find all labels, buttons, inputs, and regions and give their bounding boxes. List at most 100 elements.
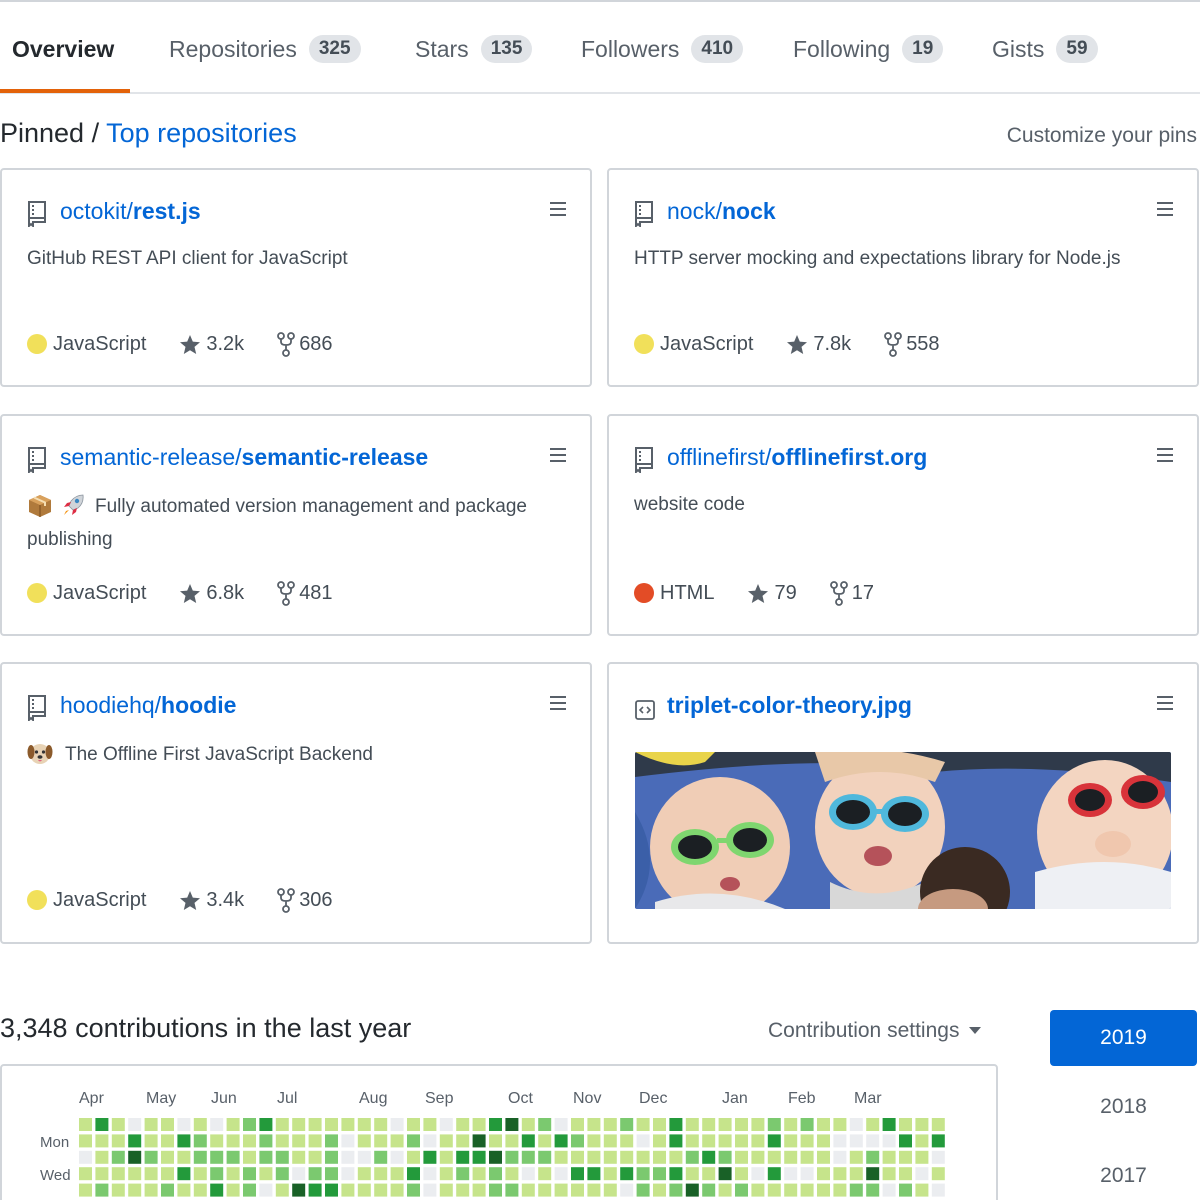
contribution-day-cell[interactable] [784,1167,798,1181]
contribution-day-cell[interactable] [702,1134,716,1148]
contribution-day-cell[interactable] [915,1183,929,1197]
contribution-day-cell[interactable] [784,1183,798,1197]
contribution-day-cell[interactable] [620,1167,634,1181]
contribution-day-cell[interactable] [226,1183,240,1197]
contribution-day-cell[interactable] [849,1118,863,1131]
contribution-day-cell[interactable] [177,1167,191,1181]
contribution-day-cell[interactable] [685,1134,699,1148]
contribution-day-cell[interactable] [735,1183,748,1197]
contribution-day-cell[interactable] [128,1167,142,1181]
contribution-day-cell[interactable] [718,1167,732,1181]
contribution-day-cell[interactable] [489,1150,502,1164]
contribution-day-cell[interactable] [587,1167,601,1181]
repo-link[interactable]: nock/nock [667,198,776,225]
contribution-day-cell[interactable] [161,1150,174,1164]
contribution-day-cell[interactable] [390,1183,404,1197]
contribution-day-cell[interactable] [472,1118,486,1131]
contribution-day-cell[interactable] [79,1118,92,1131]
contribution-day-cell[interactable] [79,1134,92,1148]
contribution-day-cell[interactable] [636,1183,650,1197]
contribution-day-cell[interactable] [817,1150,830,1164]
contribution-day-cell[interactable] [407,1183,420,1197]
contribution-day-cell[interactable] [636,1134,650,1148]
contribution-day-cell[interactable] [603,1150,617,1164]
contribution-day-cell[interactable] [538,1134,552,1148]
contribution-day-cell[interactable] [866,1150,880,1164]
contribution-day-cell[interactable] [866,1118,880,1131]
contribution-day-cell[interactable] [489,1118,502,1131]
contribution-day-cell[interactable] [407,1134,420,1148]
contribution-day-cell[interactable] [505,1134,519,1148]
contribution-day-cell[interactable] [882,1150,896,1164]
contribution-day-cell[interactable] [931,1150,945,1164]
contribution-day-cell[interactable] [390,1134,404,1148]
contribution-day-cell[interactable] [767,1167,781,1181]
stars-link[interactable]: 7.8k [786,333,851,356]
contribution-day-cell[interactable] [899,1150,912,1164]
contribution-day-cell[interactable] [210,1150,224,1164]
forks-link[interactable]: 306 [277,887,333,913]
tab-repositories[interactable]: Repositories 325 [169,32,361,66]
contribution-day-cell[interactable] [521,1183,535,1197]
contribution-day-cell[interactable] [800,1150,814,1164]
contribution-day-cell[interactable] [374,1150,388,1164]
contribution-day-cell[interactable] [226,1150,240,1164]
contribution-day-cell[interactable] [702,1150,716,1164]
repo-link[interactable]: offlinefirst/offlinefirst.org [667,444,927,471]
contribution-day-cell[interactable] [636,1167,650,1181]
contribution-day-cell[interactable] [341,1150,355,1164]
repo-link[interactable]: hoodiehq/hoodie [60,692,236,719]
contribution-day-cell[interactable] [292,1150,306,1164]
contribution-day-cell[interactable] [374,1118,388,1131]
contribution-day-cell[interactable] [571,1167,584,1181]
contribution-day-cell[interactable] [784,1134,798,1148]
contribution-day-cell[interactable] [833,1150,847,1164]
contribution-day-cell[interactable] [79,1167,92,1181]
contribution-day-cell[interactable] [439,1183,453,1197]
contribution-day-cell[interactable] [390,1150,404,1164]
tab-stars[interactable]: Stars 135 [415,32,533,66]
contribution-day-cell[interactable] [784,1118,798,1131]
contribution-day-cell[interactable] [751,1183,765,1197]
contribution-day-cell[interactable] [915,1118,929,1131]
contribution-day-cell[interactable] [308,1134,322,1148]
contribution-day-cell[interactable] [259,1167,273,1181]
contribution-day-cell[interactable] [849,1183,863,1197]
year-2019-button[interactable]: 2019 [1050,1010,1197,1066]
contribution-day-cell[interactable] [702,1167,716,1181]
contribution-day-cell[interactable] [423,1118,437,1131]
contribution-day-cell[interactable] [341,1134,355,1148]
contribution-day-cell[interactable] [111,1134,125,1148]
contribution-day-cell[interactable] [259,1134,273,1148]
contribution-day-cell[interactable] [472,1167,486,1181]
contribution-day-cell[interactable] [226,1167,240,1181]
contribution-day-cell[interactable] [439,1167,453,1181]
contribution-day-cell[interactable] [423,1150,437,1164]
contribution-day-cell[interactable] [571,1183,584,1197]
contribution-day-cell[interactable] [505,1150,519,1164]
contribution-day-cell[interactable] [669,1134,683,1148]
customize-pins-link[interactable]: Customize your pins [1007,124,1197,148]
contribution-day-cell[interactable] [292,1134,306,1148]
contribution-day-cell[interactable] [325,1150,338,1164]
contribution-day-cell[interactable] [259,1183,273,1197]
contribution-day-cell[interactable] [341,1167,355,1181]
contribution-day-cell[interactable] [899,1167,912,1181]
contribution-day-cell[interactable] [653,1134,666,1148]
repo-link[interactable]: semantic-release/semantic-release [60,444,428,471]
contribution-day-cell[interactable] [439,1134,453,1148]
contribution-day-cell[interactable] [439,1118,453,1131]
contribution-day-cell[interactable] [538,1118,552,1131]
contribution-day-cell[interactable] [669,1183,683,1197]
contribution-day-cell[interactable] [653,1167,666,1181]
year-2018-button[interactable]: 2018 [1050,1079,1197,1135]
contribution-day-cell[interactable] [636,1118,650,1131]
contribution-day-cell[interactable] [882,1167,896,1181]
contribution-day-cell[interactable] [620,1183,634,1197]
contribution-day-cell[interactable] [833,1118,847,1131]
contribution-day-cell[interactable] [95,1150,109,1164]
stars-link[interactable]: 79 [747,582,797,605]
contribution-day-cell[interactable] [931,1134,945,1148]
contribution-day-cell[interactable] [374,1167,388,1181]
contribution-day-cell[interactable] [603,1183,617,1197]
